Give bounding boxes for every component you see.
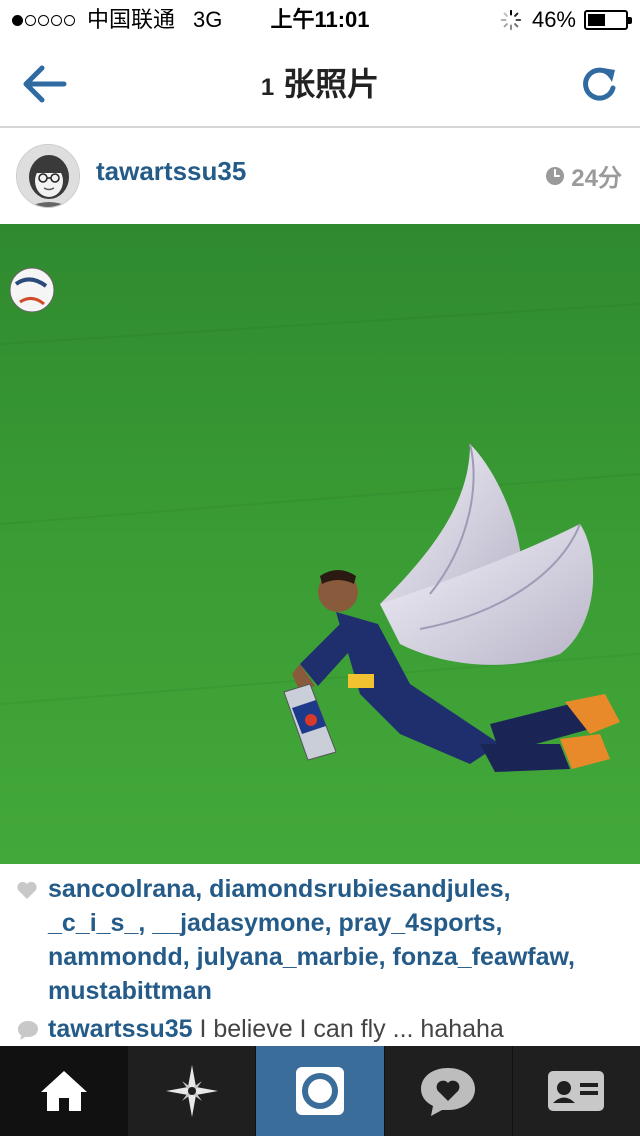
camera-icon	[296, 1067, 344, 1115]
page-title: 1 张照片	[0, 40, 640, 128]
refresh-icon[interactable]	[578, 62, 620, 106]
post-caption: tawartssu35 I believe I can fly ... haha…	[16, 1012, 628, 1046]
caption-username[interactable]: tawartssu35	[48, 1015, 193, 1043]
activity-spinner-icon	[500, 9, 522, 31]
tab-explore[interactable]	[128, 1046, 257, 1136]
post-photo[interactable]	[0, 224, 640, 864]
battery-percent: 46%	[531, 7, 576, 32]
likes-line-1[interactable]: sancoolrana, diamondsrubiesandjules,	[48, 872, 628, 906]
likes-line-3[interactable]: nammondd, julyana_marbie, fonza_feawfaw,	[48, 940, 628, 974]
avatar[interactable]	[16, 144, 80, 208]
navigation-bar: 1 张照片	[0, 40, 640, 128]
clock-icon	[546, 166, 565, 185]
battery-icon	[584, 10, 632, 30]
time-ago-text: 24分	[571, 165, 622, 192]
explore-star-icon	[165, 1065, 218, 1117]
likes-line-4[interactable]: mustabittman	[48, 974, 628, 1008]
status-bar: 中国联通 3G 上午11:01 46%	[0, 0, 640, 40]
news-heart-bubble-icon	[421, 1068, 476, 1116]
caption-text: I believe I can fly ... hahaha	[192, 1015, 504, 1043]
likes-list: sancoolrana, diamondsrubiesandjules, _c_…	[16, 872, 628, 1008]
tab-bar	[0, 1046, 640, 1136]
post-username[interactable]: tawartssu35	[96, 156, 246, 187]
battery-fill	[588, 14, 605, 26]
home-icon	[40, 1071, 87, 1111]
heart-icon	[17, 881, 37, 899]
tab-home[interactable]	[0, 1046, 129, 1136]
tab-news[interactable]	[385, 1046, 513, 1136]
tab-camera[interactable]	[256, 1046, 385, 1136]
tab-profile[interactable]	[513, 1046, 640, 1136]
football	[9, 267, 55, 313]
page-title-text: 张照片	[283, 66, 380, 102]
page-title-count: 1	[260, 74, 275, 101]
post-header: tawartssu35 24分	[0, 128, 640, 224]
status-right: 46%	[500, 0, 632, 40]
comment-bubble-icon	[18, 1021, 38, 1040]
post-time-ago: 24分	[545, 158, 622, 193]
profile-card-icon	[548, 1071, 605, 1111]
avatar-portrait	[17, 145, 79, 207]
likes-line-2[interactable]: _c_i_s_, __jadasymone, pray_4sports,	[48, 906, 628, 940]
